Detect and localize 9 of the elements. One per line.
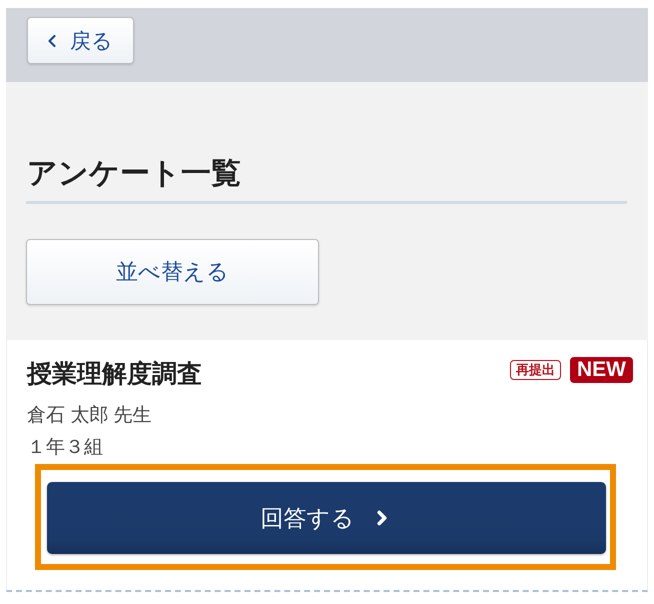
status-badge: 再提出 — [510, 360, 561, 380]
sort-button[interactable]: 並べ替える — [26, 239, 319, 305]
teacher-name: 倉石 太郎 先生 — [27, 404, 153, 428]
survey-title: 授業理解度調査 — [27, 359, 202, 390]
answer-button[interactable]: 回答する — [47, 482, 606, 554]
status-badge: NEW — [570, 357, 633, 383]
back-button[interactable]: 戻る — [27, 17, 134, 64]
page-title: アンケート一覧 — [26, 155, 627, 204]
class-name: １年３組 — [27, 436, 104, 460]
